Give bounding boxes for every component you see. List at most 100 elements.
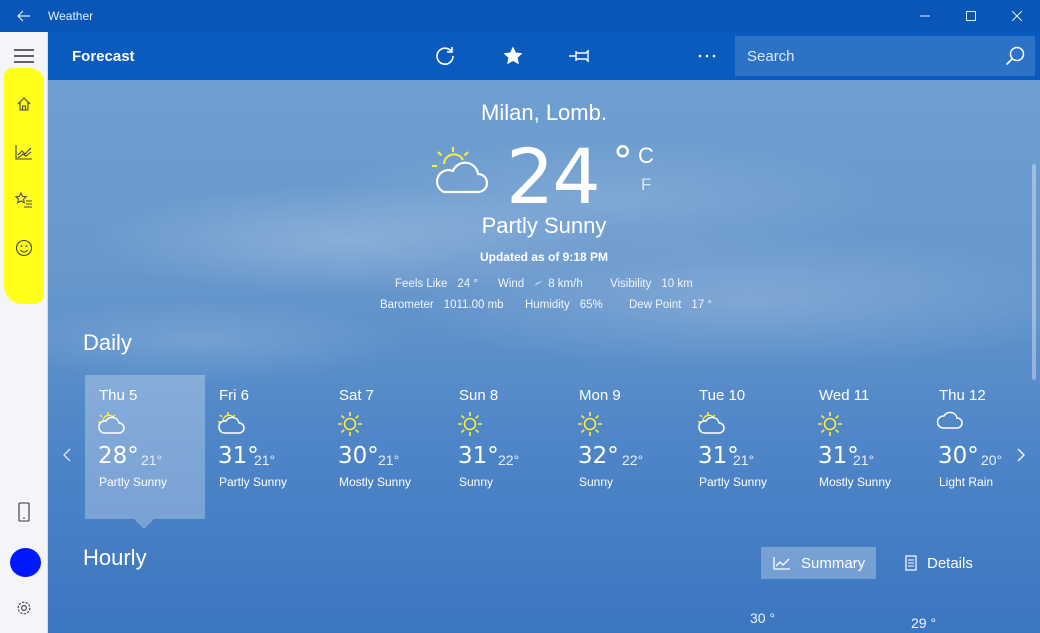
minimize-icon bbox=[920, 15, 930, 17]
day-high: 30° bbox=[338, 443, 379, 469]
summary-button[interactable]: Summary bbox=[761, 547, 876, 579]
current-temperature: 24 ° bbox=[506, 132, 633, 221]
details-list-icon bbox=[905, 555, 917, 571]
day-condition: Sunny bbox=[459, 475, 494, 489]
wind: Wind 8 km/h bbox=[498, 278, 583, 290]
selected-day-pointer bbox=[134, 519, 154, 529]
scrollbar[interactable] bbox=[1032, 164, 1036, 380]
nav-maps[interactable] bbox=[0, 130, 48, 174]
more-dots-icon bbox=[698, 54, 716, 58]
hamburger-icon bbox=[14, 49, 34, 63]
chart-icon bbox=[15, 145, 32, 160]
day-name: Sat 7 bbox=[339, 387, 375, 404]
search-icon[interactable] bbox=[1005, 46, 1025, 66]
daily-card[interactable]: Sat 7 30° 21° Mostly Sunny bbox=[325, 375, 445, 519]
day-name: Sun 8 bbox=[459, 387, 499, 404]
day-high: 31° bbox=[218, 443, 259, 469]
day-low: 21° bbox=[853, 452, 875, 468]
day-low: 21° bbox=[378, 452, 400, 468]
daily-title: Daily bbox=[83, 330, 132, 355]
favorite-button[interactable] bbox=[493, 32, 533, 80]
chevron-left-icon bbox=[63, 448, 71, 462]
partly-sunny-icon bbox=[432, 147, 488, 194]
star-list-icon bbox=[15, 192, 32, 208]
gear-icon bbox=[17, 601, 31, 615]
nav-device[interactable] bbox=[0, 490, 48, 534]
cloud-icon bbox=[936, 411, 963, 429]
refresh-button[interactable] bbox=[425, 32, 465, 80]
day-high: 31° bbox=[458, 443, 499, 469]
daily-card[interactable]: Fri 6 31° 21° Partly Sunny bbox=[205, 375, 325, 519]
barometer: Barometer 1011.00 mb bbox=[380, 299, 504, 311]
pin-button[interactable] bbox=[560, 32, 600, 80]
feels-like: Feels Like 24 ° bbox=[395, 278, 479, 290]
hourly-temp: 29 ° bbox=[911, 615, 937, 631]
star-icon bbox=[503, 46, 523, 65]
refresh-icon bbox=[436, 47, 454, 65]
minimize-button[interactable] bbox=[902, 0, 948, 32]
humidity: Humidity 65% bbox=[525, 299, 603, 311]
window-controls bbox=[902, 0, 1040, 32]
partly-sunny-icon bbox=[98, 412, 125, 434]
close-icon bbox=[1012, 11, 1022, 21]
maximize-button[interactable] bbox=[948, 0, 994, 32]
hourly-temp: 30 ° bbox=[750, 610, 776, 626]
day-condition: Partly Sunny bbox=[699, 475, 768, 489]
search-input[interactable] bbox=[735, 47, 985, 65]
hamburger-menu-button[interactable] bbox=[0, 34, 48, 78]
close-button[interactable] bbox=[994, 0, 1040, 32]
daily-card[interactable]: Thu 12 30° 20° Light Rain bbox=[925, 375, 1040, 519]
page-title: Forecast bbox=[72, 48, 135, 65]
day-low: 20° bbox=[981, 452, 1003, 468]
celsius-toggle[interactable]: C bbox=[638, 143, 654, 169]
day-condition: Sunny bbox=[579, 475, 614, 489]
sun-icon bbox=[578, 412, 602, 436]
phone-icon bbox=[18, 502, 30, 522]
day-high: 30° bbox=[938, 443, 979, 469]
line-chart-icon bbox=[773, 557, 790, 570]
day-name: Tue 10 bbox=[699, 387, 746, 404]
title-bar: Weather bbox=[0, 0, 1040, 32]
day-name: Wed 11 bbox=[819, 387, 870, 404]
day-condition: Mostly Sunny bbox=[819, 475, 892, 489]
day-condition: Partly Sunny bbox=[99, 475, 168, 489]
updated-time: Updated as of 9:18 PM bbox=[479, 250, 609, 264]
pin-icon bbox=[569, 49, 589, 63]
settings-button[interactable] bbox=[0, 586, 48, 630]
sun-icon bbox=[458, 412, 482, 436]
hourly-title: Hourly bbox=[83, 545, 147, 570]
partly-sunny-icon bbox=[698, 412, 725, 434]
back-arrow-icon bbox=[17, 10, 30, 22]
daily-card[interactable]: Thu 5 28° 21° Partly Sunny bbox=[85, 375, 205, 519]
daily-card[interactable]: Sun 8 31° 22° Sunny bbox=[445, 375, 565, 519]
details-button[interactable]: Details bbox=[893, 547, 989, 579]
more-button[interactable] bbox=[687, 32, 727, 80]
day-condition: Mostly Sunny bbox=[339, 475, 412, 489]
day-low: 22° bbox=[498, 452, 520, 468]
app-bar: Forecast bbox=[48, 32, 1040, 80]
moon-icon bbox=[644, 47, 653, 65]
day-low: 22° bbox=[622, 452, 644, 468]
day-name: Thu 5 bbox=[99, 387, 138, 404]
current-condition: Partly Sunny bbox=[481, 213, 607, 238]
dark-mode-button[interactable] bbox=[628, 32, 668, 80]
fahrenheit-toggle[interactable]: F bbox=[641, 175, 651, 195]
daily-card[interactable]: Wed 11 31° 21° Mostly Sunny bbox=[805, 375, 925, 519]
day-condition: Light Rain bbox=[939, 475, 994, 489]
daily-card[interactable]: Mon 9 32° 22° Sunny bbox=[565, 375, 685, 519]
sun-icon bbox=[818, 412, 842, 436]
visibility: Visibility 10 km bbox=[610, 278, 693, 290]
day-high: 28° bbox=[98, 443, 139, 469]
wind-direction-icon bbox=[534, 280, 545, 286]
daily-prev-button[interactable] bbox=[57, 440, 77, 470]
day-name: Fri 6 bbox=[219, 387, 249, 404]
day-high: 32° bbox=[578, 443, 619, 469]
window-title: Weather bbox=[48, 9, 94, 23]
day-condition: Partly Sunny bbox=[219, 475, 288, 489]
day-low: 21° bbox=[141, 452, 163, 468]
day-low: 21° bbox=[733, 452, 755, 468]
search-box[interactable] bbox=[735, 36, 1035, 76]
daily-card[interactable]: Tue 10 31° 21° Partly Sunny bbox=[685, 375, 805, 519]
back-button[interactable] bbox=[0, 0, 48, 32]
day-name: Mon 9 bbox=[579, 387, 621, 404]
